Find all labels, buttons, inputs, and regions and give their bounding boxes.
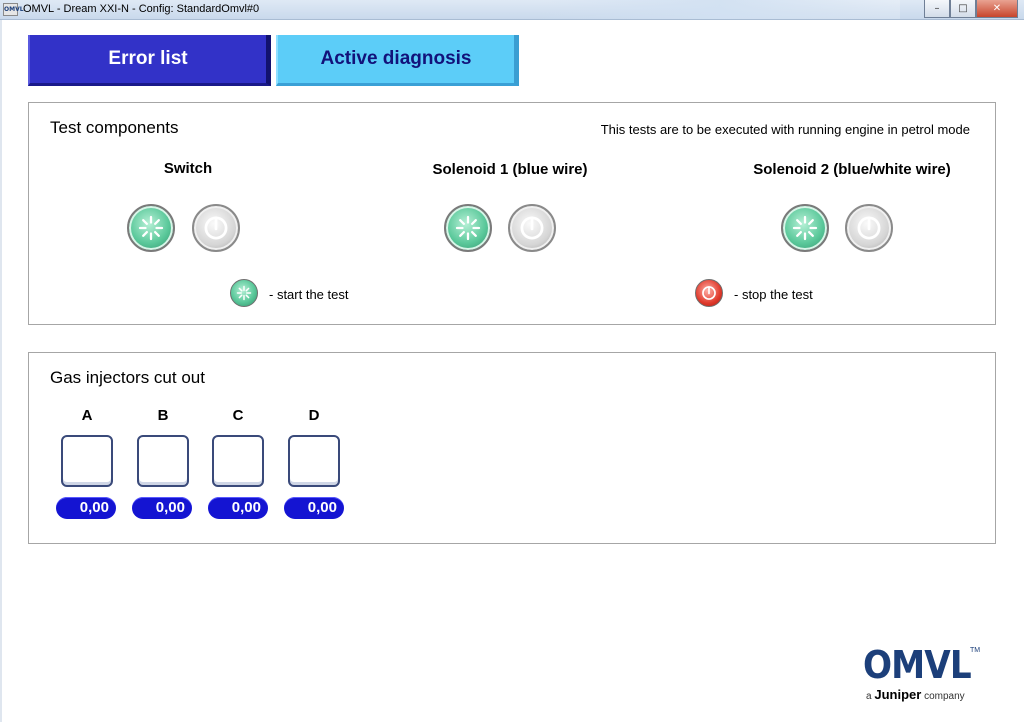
tab-active-diagnosis[interactable]: Active diagnosis (276, 35, 519, 86)
window-controls: – □ ✕ (924, 0, 1018, 18)
close-button[interactable]: ✕ (976, 0, 1018, 18)
legend-stop-text: - stop the test (734, 287, 813, 302)
test-components-panel: Test components This tests are to be exe… (28, 102, 996, 325)
solenoid-2-start-button[interactable] (781, 204, 829, 252)
gas-injectors-title: Gas injectors cut out (50, 368, 205, 387)
logo-tagline-suffix: company (924, 691, 965, 702)
solenoid-2-label: Solenoid 2 (blue/white wire) (753, 161, 951, 178)
injector-c-value: 0,00 (208, 497, 268, 519)
legend-start-text: - start the test (269, 287, 349, 302)
logo-tagline: a Juniper company (866, 687, 965, 702)
injector-b-value: 0,00 (132, 497, 192, 519)
logo-tagline-brand: Juniper (874, 687, 922, 702)
omvl-logo: OMVL TM a Juniper company (863, 645, 983, 705)
injector-b-label: B (157, 407, 169, 424)
start-test-icon (792, 215, 818, 241)
title-bar: OMVL OMVL - Dream XXI-N - Config: Standa… (0, 0, 1024, 20)
injector-c-checkbox[interactable] (212, 435, 264, 487)
test-components-note: This tests are to be executed with runni… (600, 122, 970, 137)
stop-test-icon (857, 216, 881, 240)
solenoid-1-stop-button[interactable] (508, 204, 556, 252)
injector-a-value: 0,00 (56, 497, 116, 519)
switch-stop-button[interactable] (192, 204, 240, 252)
test-components-title: Test components (50, 118, 179, 137)
window-left-edge (0, 20, 2, 722)
stop-test-icon (204, 216, 228, 240)
logo-wordmark: OMVL (863, 643, 972, 687)
minimize-button[interactable]: – (924, 0, 950, 18)
legend-start-icon (230, 279, 258, 307)
injector-b-checkbox[interactable] (137, 435, 189, 487)
tab-error-list[interactable]: Error list (28, 35, 271, 86)
logo-tagline-prefix: a (866, 691, 872, 702)
injector-a-label: A (81, 407, 93, 424)
solenoid-1-start-button[interactable] (444, 204, 492, 252)
injector-d-checkbox[interactable] (288, 435, 340, 487)
injector-c-label: C (232, 407, 244, 424)
solenoid-2-stop-button[interactable] (845, 204, 893, 252)
injector-a-checkbox[interactable] (61, 435, 113, 487)
injector-d-label: D (308, 407, 320, 424)
logo-trademark: TM (970, 647, 981, 654)
stop-test-icon (520, 216, 544, 240)
switch-start-button[interactable] (127, 204, 175, 252)
maximize-button[interactable]: □ (950, 0, 976, 18)
injector-d-value: 0,00 (284, 497, 344, 519)
gas-injectors-panel: Gas injectors cut out A B C D 0,00 0,00 … (28, 352, 996, 544)
window-title: OMVL - Dream XXI-N - Config: StandardOmv… (23, 3, 260, 15)
app-icon: OMVL (3, 3, 24, 16)
solenoid-1-label: Solenoid 1 (blue wire) (432, 161, 588, 178)
start-test-icon (455, 215, 481, 241)
switch-label: Switch (163, 160, 213, 177)
title-bar-blur (540, 0, 900, 19)
start-test-icon (138, 215, 164, 241)
legend-stop-icon (695, 279, 723, 307)
